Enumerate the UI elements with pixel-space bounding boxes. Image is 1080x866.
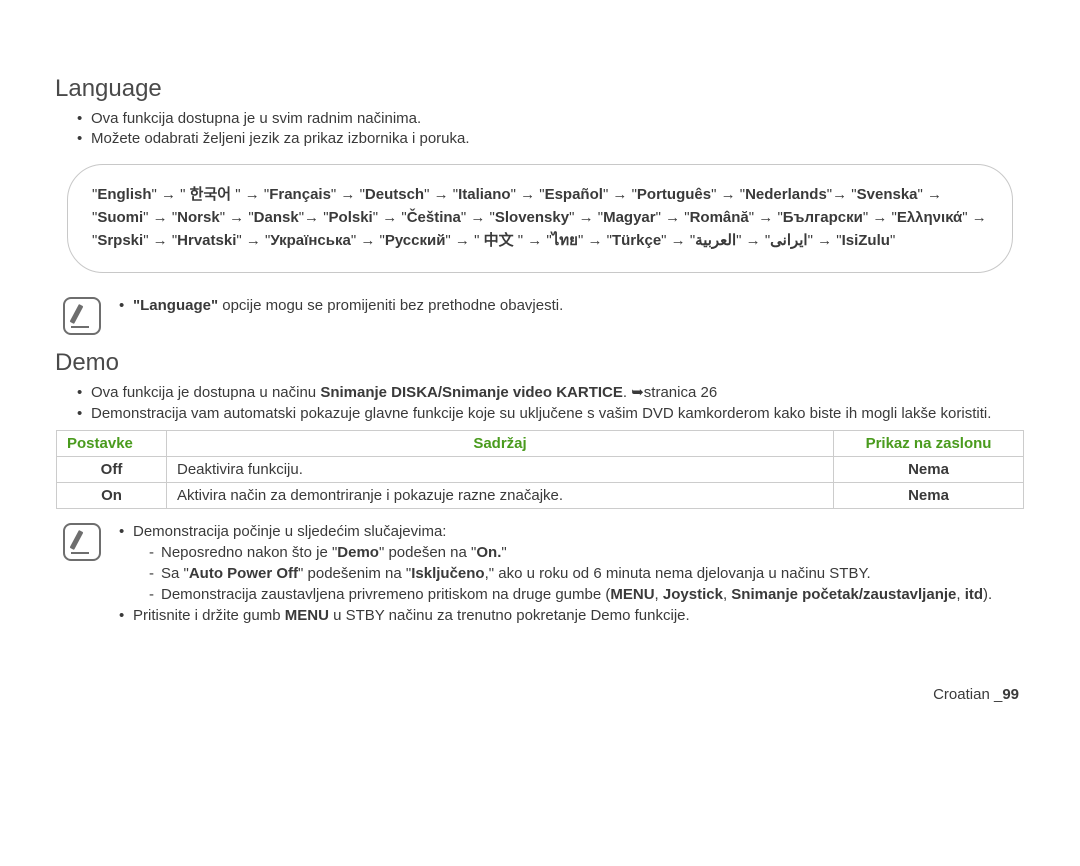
demo-settings-table: Postavke Sadržaj Prikaz na zaslonu Off D…: [56, 430, 1024, 509]
demo-intro-item: Ova funkcija je dostupna u načinu Sniman…: [91, 383, 1025, 403]
language-bullet: Možete odabrati željeni jezik za prikaz …: [91, 129, 1025, 149]
setting-desc: Aktivira način za demontriranje i pokazu…: [167, 482, 834, 508]
col-content: Sadržaj: [167, 430, 834, 456]
language-note: "Language" opcije mogu se promijeniti be…: [63, 295, 1025, 335]
setting-disp: Nema: [834, 456, 1024, 482]
footer-page: 99: [1002, 686, 1019, 703]
manual-page: Language Ova funkcija dostupna je u svim…: [0, 0, 1080, 733]
table-row: On Aktivira način za demontriranje i pok…: [57, 482, 1024, 508]
demo-heading: Demo: [55, 349, 1025, 377]
language-heading: Language: [55, 75, 1025, 103]
demo-note-intro: Demonstracija počinje u sljedećim slučaj…: [119, 521, 1025, 605]
demo-note-sub: Sa "Auto Power Off" podešenim na "Isklju…: [149, 563, 1025, 584]
language-bullet: Ova funkcija dostupna je u svim radnim n…: [91, 109, 1025, 129]
setting-desc: Deaktivira funkciju.: [167, 456, 834, 482]
note-icon: [63, 523, 101, 561]
language-chain: "English" → " 한국어 " → "Français" → "Deut…: [92, 186, 987, 250]
table-row: Off Deaktivira funkciju. Nema: [57, 456, 1024, 482]
footer-lang: Croatian _: [933, 686, 1002, 703]
demo-intro: Ova funkcija je dostupna u načinu Sniman…: [55, 383, 1025, 424]
col-settings: Postavke: [57, 430, 167, 456]
page-footer: Croatian _99: [55, 686, 1025, 703]
demo-note-sub: Demonstracija zaustavljena privremeno pr…: [149, 584, 1025, 605]
setting-off: Off: [57, 456, 167, 482]
table-header-row: Postavke Sadržaj Prikaz na zaslonu: [57, 430, 1024, 456]
demo-note-menu: Pritisnite i držite gumb MENU u STBY nač…: [119, 605, 1025, 626]
demo-intro-item: Demonstracija vam automatski pokazuje gl…: [91, 404, 1025, 424]
demo-note: Demonstracija počinje u sljedećim slučaj…: [63, 521, 1025, 626]
language-description: Ova funkcija dostupna je u svim radnim n…: [55, 109, 1025, 150]
setting-disp: Nema: [834, 482, 1024, 508]
setting-on: On: [57, 482, 167, 508]
language-options-box: "English" → " 한국어 " → "Français" → "Deut…: [67, 164, 1013, 274]
demo-note-sub: Neposredno nakon što je "Demo" podešen n…: [149, 542, 1025, 563]
col-display: Prikaz na zaslonu: [834, 430, 1024, 456]
note-icon: [63, 297, 101, 335]
language-note-text: "Language" opcije mogu se promijeniti be…: [119, 295, 1025, 316]
